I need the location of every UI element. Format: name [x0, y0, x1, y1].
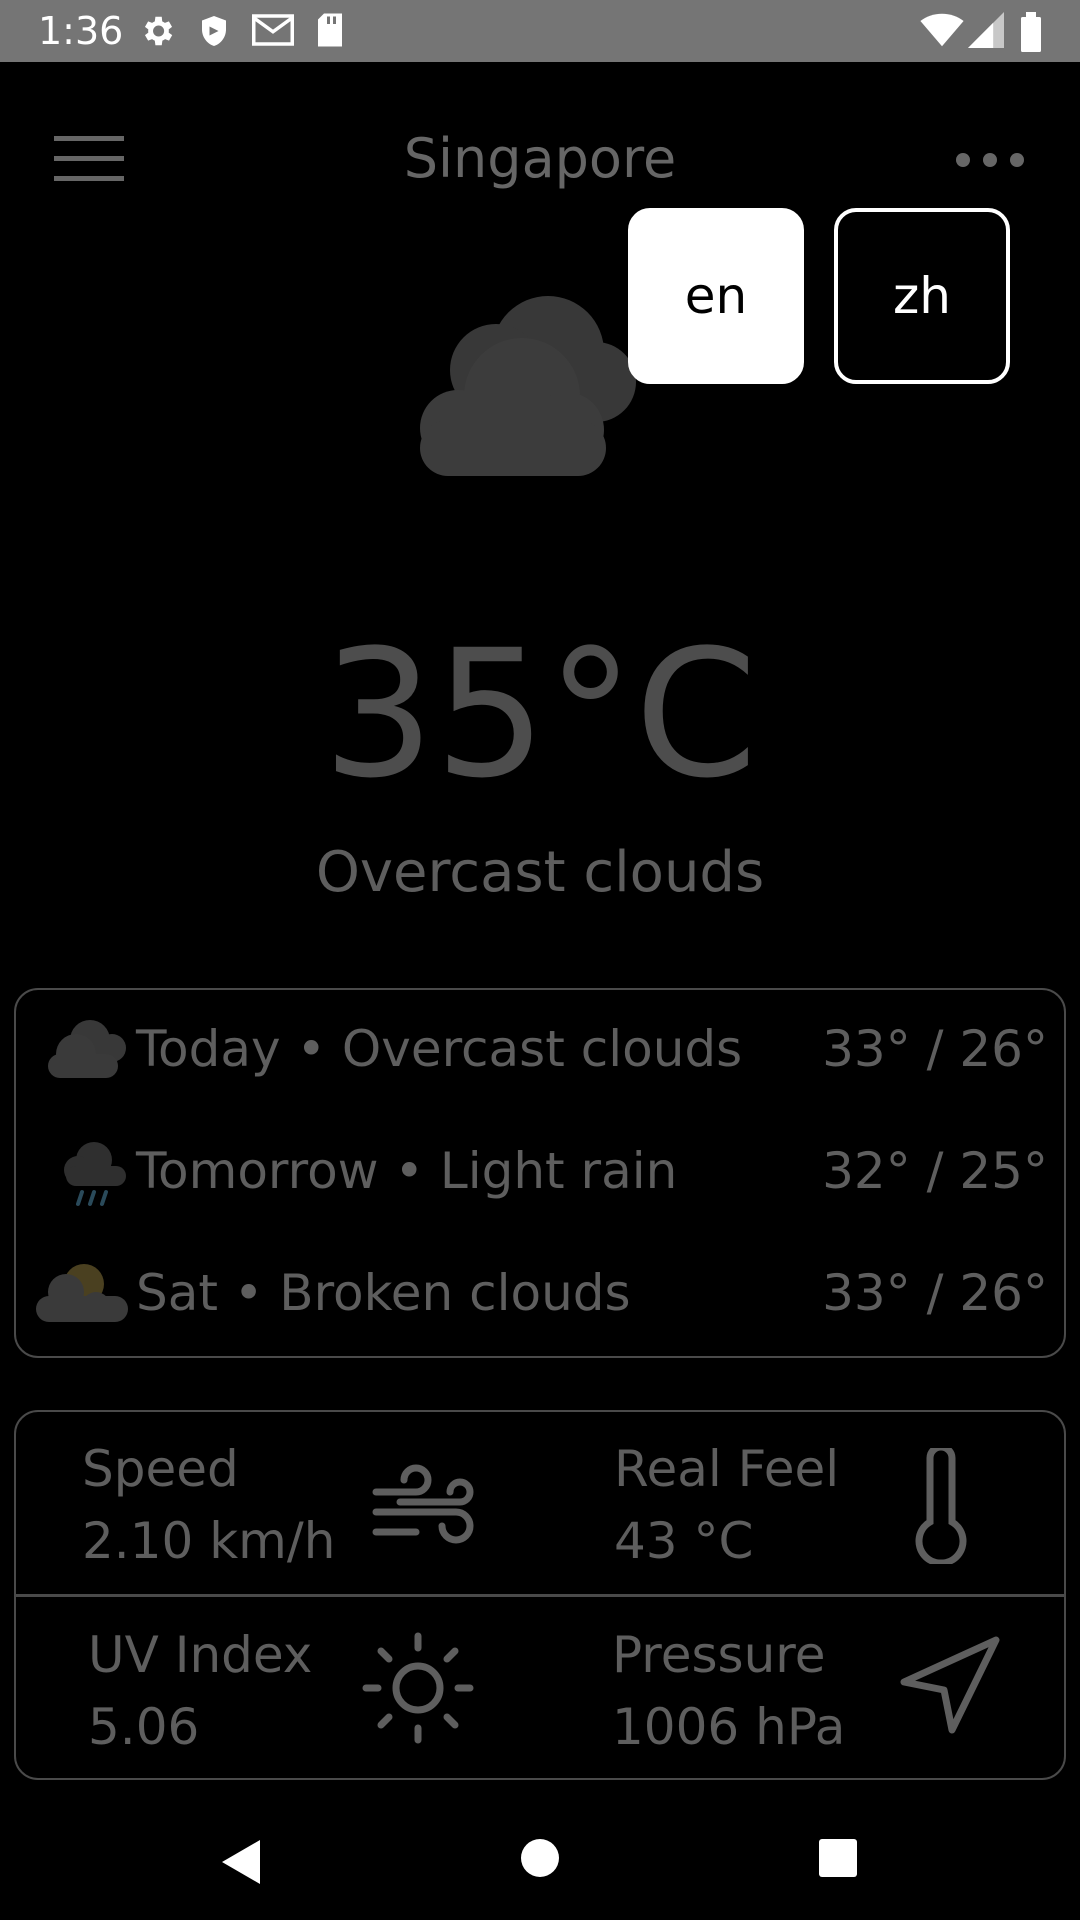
details-card: Speed 2.10 km/h Real Feel 43 °C UV Index… — [14, 1410, 1066, 1780]
uv-index-value: 5.06 — [88, 1698, 200, 1756]
gmail-icon — [252, 14, 294, 46]
real-feel-label: Real Feel — [614, 1440, 840, 1498]
forecast-temps: 33° / 26° — [822, 1020, 1048, 1078]
signal-icon — [968, 12, 1004, 48]
back-icon[interactable] — [216, 1836, 264, 1888]
pressure-label: Pressure — [612, 1626, 826, 1684]
language-zh-button[interactable]: zh — [834, 208, 1010, 384]
city-title: Singapore — [403, 127, 677, 190]
navigation-arrow-icon — [900, 1636, 1000, 1734]
overcast-clouds-icon — [48, 1020, 126, 1078]
forecast-row-sat[interactable]: Sat • Broken clouds 33° / 26° — [16, 1234, 1068, 1356]
current-description: Overcast clouds — [315, 840, 765, 905]
forecast-card: Today • Overcast clouds 33° / 26° Tomorr… — [14, 988, 1066, 1358]
broken-clouds-icon — [36, 1264, 128, 1322]
thermometer-icon — [915, 1448, 967, 1564]
forecast-row-tomorrow[interactable]: Tomorrow • Light rain 32° / 25° — [16, 1112, 1068, 1234]
forecast-text: Today • Overcast clouds — [136, 1020, 743, 1078]
wind-icon — [372, 1464, 474, 1544]
home-icon[interactable] — [518, 1836, 562, 1880]
status-bar: 1:36 — [0, 0, 1080, 62]
forecast-text: Sat • Broken clouds — [136, 1264, 631, 1322]
speed-label: Speed — [82, 1440, 239, 1498]
light-rain-icon — [64, 1142, 126, 1206]
more-dots-icon[interactable] — [955, 145, 1025, 175]
uv-index-label: UV Index — [88, 1626, 313, 1684]
gear-icon — [144, 16, 173, 46]
sd-card-icon — [318, 13, 342, 47]
weather-app-screen: 1:36 Singapore en zh 35°C Overcast cloud… — [0, 0, 1080, 1920]
language-en-button[interactable]: en — [628, 208, 804, 384]
navigation-bar — [0, 1800, 1080, 1920]
forecast-temps: 32° / 25° — [822, 1142, 1048, 1200]
real-feel-value: 43 °C — [614, 1512, 754, 1570]
wifi-icon — [920, 13, 964, 47]
details-divider — [16, 1594, 1064, 1597]
forecast-text: Tomorrow • Light rain — [136, 1142, 678, 1200]
speed-value: 2.10 km/h — [82, 1512, 336, 1570]
recents-icon[interactable] — [816, 1836, 860, 1880]
battery-icon — [1021, 12, 1041, 52]
pressure-value: 1006 hPa — [612, 1698, 846, 1756]
status-time: 1:36 — [38, 9, 124, 53]
forecast-temps: 33° / 26° — [822, 1264, 1048, 1322]
sun-icon — [362, 1632, 474, 1744]
forecast-row-today[interactable]: Today • Overcast clouds 33° / 26° — [16, 990, 1068, 1112]
current-temperature: 35°C — [322, 612, 758, 817]
shield-icon — [202, 16, 226, 46]
